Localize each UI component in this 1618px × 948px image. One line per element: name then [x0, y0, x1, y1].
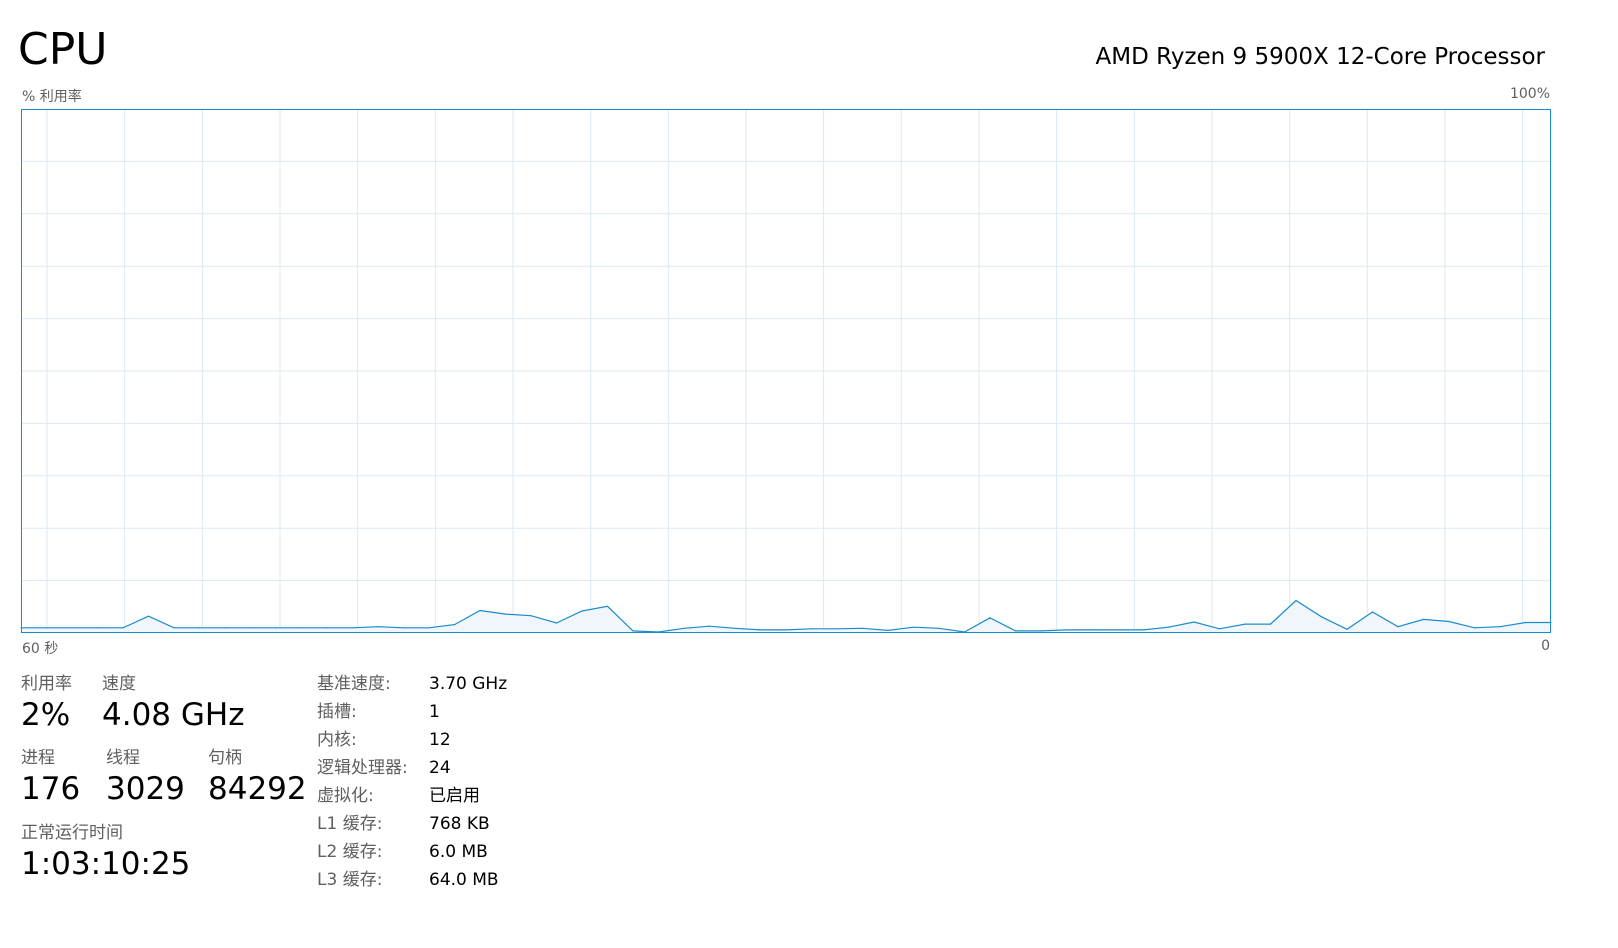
utilization-point — [377, 626, 379, 628]
utilization-point — [504, 613, 507, 615]
utilization-point — [836, 628, 838, 630]
utilization-point — [326, 627, 328, 629]
utilization-point — [1014, 630, 1017, 632]
utilization-point — [1244, 623, 1246, 625]
spec-cores-value: 12 — [429, 730, 451, 750]
utilization-point — [887, 629, 889, 632]
spec-l1-cache-label: L1 缓存: — [317, 814, 383, 834]
utilization-point — [708, 625, 711, 627]
utilization-point — [861, 627, 864, 629]
processes-value: 176 — [21, 771, 81, 807]
utilization-point — [300, 627, 303, 629]
utilization-point — [1193, 621, 1195, 623]
page-title: CPU — [18, 24, 108, 75]
spec-sockets-label: 插槽: — [317, 702, 357, 722]
utilization-point — [1295, 599, 1297, 602]
utilization-point — [1065, 629, 1068, 631]
utilization-point — [453, 624, 456, 626]
spec-base-speed-label: 基准速度: — [317, 674, 391, 694]
spec-l2-cache-value: 6.0 MB — [429, 842, 488, 862]
spec-base-speed-value: 3.70 GHz — [429, 674, 508, 694]
threads-label: 线程 — [106, 748, 140, 768]
utilization-point — [632, 630, 634, 632]
utilization-point — [1422, 618, 1425, 620]
utilization-point — [1499, 626, 1501, 628]
utilization-point — [530, 615, 532, 617]
spec-l3-cache-label: L3 缓存: — [317, 870, 383, 890]
utilization-point — [122, 627, 124, 629]
uptime-label: 正常运行时间 — [21, 823, 123, 843]
utilization-point — [96, 627, 99, 629]
grid-horizontal-lines — [21, 160, 1551, 582]
utilization-point — [275, 627, 277, 629]
spec-logical-processors-label: 逻辑处理器: — [317, 758, 408, 778]
utilization-point — [1397, 626, 1399, 628]
handles-label: 句柄 — [208, 748, 242, 768]
threads-value: 3029 — [106, 771, 185, 807]
uptime-value: 1:03:10:25 — [21, 846, 191, 882]
utilization-point — [1269, 623, 1272, 625]
utilization-point — [606, 605, 609, 607]
utilization-point — [938, 627, 940, 629]
y-axis-max-label: 100% — [1509, 86, 1550, 102]
utilization-point — [198, 627, 201, 629]
utilization-point — [479, 609, 481, 612]
utilization-point — [428, 627, 430, 629]
utilization-point — [351, 627, 354, 629]
x-axis-right-label: 0 — [1541, 638, 1550, 654]
spec-virtualization-value: 已启用 — [429, 786, 480, 806]
utilization-point — [734, 627, 736, 629]
processes-label: 进程 — [21, 748, 55, 768]
utilization-point — [1091, 629, 1093, 631]
speed-label: 速度 — [102, 674, 136, 694]
y-axis-label: % 利用率 — [22, 89, 82, 105]
utilization-point — [555, 622, 558, 624]
utilization-label: 利用率 — [21, 674, 72, 694]
utilization-point — [224, 627, 226, 629]
spec-sockets-value: 1 — [429, 702, 440, 722]
utilization-point — [912, 626, 915, 628]
utilization-point — [581, 610, 583, 612]
handles-value: 84292 — [208, 771, 307, 807]
x-axis-left-label: 60 秒 — [22, 641, 59, 657]
utilization-point — [1040, 630, 1042, 632]
utilization-point — [249, 627, 252, 629]
utilization-point — [1116, 629, 1119, 631]
speed-value: 4.08 GHz — [102, 697, 245, 733]
spec-l1-cache-value: 768 KB — [429, 814, 490, 834]
spec-cores-label: 内核: — [317, 730, 357, 750]
utilization-point — [810, 628, 813, 630]
utilization-point — [1346, 628, 1348, 630]
utilization-point — [402, 627, 405, 629]
utilization-point — [71, 627, 73, 629]
utilization-point — [989, 617, 991, 619]
spec-virtualization-label: 虚拟化: — [317, 786, 374, 806]
utilization-point — [683, 627, 685, 629]
utilization-point — [1218, 628, 1221, 630]
utilization-point — [1524, 621, 1527, 624]
utilization-point — [1448, 620, 1450, 623]
utilization-point — [1167, 626, 1170, 628]
utilization-point — [1142, 629, 1144, 631]
utilization-point — [1320, 616, 1323, 618]
utilization-value: 2% — [21, 697, 71, 733]
utilization-point — [1371, 611, 1374, 613]
spec-l2-cache-label: L2 缓存: — [317, 842, 383, 862]
utilization-point — [147, 615, 150, 617]
utilization-point — [785, 629, 787, 631]
utilization-point — [173, 627, 175, 629]
spec-l3-cache-value: 64.0 MB — [429, 870, 499, 890]
processor-name: AMD Ryzen 9 5900X 12-Core Processor — [1095, 44, 1545, 70]
utilization-point — [45, 627, 48, 629]
utilization-point — [1473, 627, 1476, 629]
utilization-point — [759, 629, 762, 631]
spec-logical-processors-value: 24 — [429, 758, 451, 778]
cpu-utilization-graph — [20, 109, 1552, 633]
